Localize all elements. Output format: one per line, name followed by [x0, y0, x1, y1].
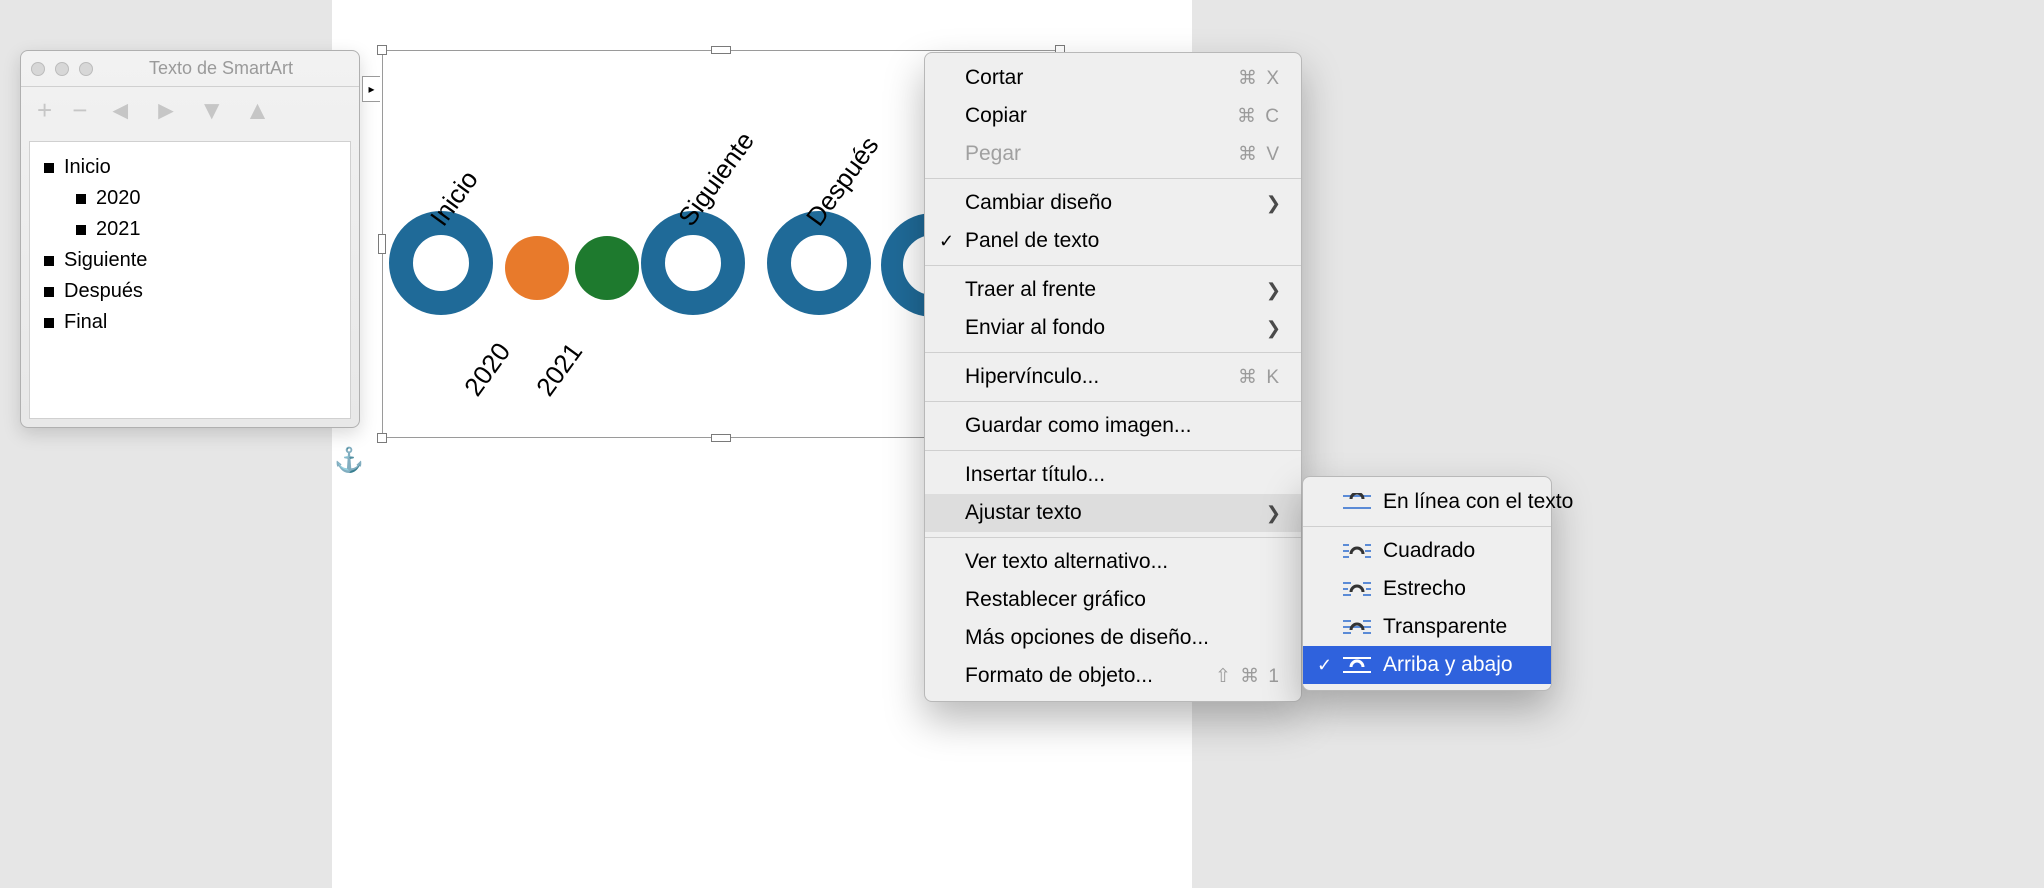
menu-hyperlink[interactable]: Hipervínculo...⌘ K: [925, 358, 1301, 396]
smartart-outline[interactable]: Inicio 2020 2021 Siguiente Después Final: [29, 141, 351, 419]
menu-insert-title[interactable]: Insertar título...: [925, 456, 1301, 494]
zoom-icon[interactable]: [79, 62, 93, 76]
list-item: 2020: [44, 183, 336, 214]
wrap-tight-icon: [1343, 579, 1371, 599]
minimize-icon[interactable]: [55, 62, 69, 76]
menu-save-image[interactable]: Guardar como imagen...: [925, 407, 1301, 445]
menu-separator: [925, 178, 1301, 179]
menu-cut[interactable]: Cortar⌘ X: [925, 59, 1301, 97]
menu-format-object[interactable]: Formato de objeto...⇧ ⌘ 1: [925, 657, 1301, 695]
anchor-icon: ⚓: [334, 446, 364, 475]
list-item: Siguiente: [44, 245, 336, 276]
list-item: Final: [44, 307, 336, 338]
smartart-subnode[interactable]: [575, 236, 639, 300]
list-item: Inicio: [44, 152, 336, 183]
menu-more-layout[interactable]: Más opciones de diseño...: [925, 619, 1301, 657]
menu-separator: [925, 537, 1301, 538]
node-label: 2021: [530, 337, 589, 402]
wrap-inline[interactable]: En línea con el texto: [1303, 483, 1551, 521]
wrap-top-bottom[interactable]: ✓ Arriba y abajo: [1303, 646, 1551, 684]
indent-icon[interactable]: ►: [153, 97, 179, 123]
chevron-right-icon: ❯: [1226, 503, 1281, 524]
wrap-tight[interactable]: Estrecho: [1303, 570, 1551, 608]
menu-alt-text[interactable]: Ver texto alternativo...: [925, 543, 1301, 581]
close-icon[interactable]: [31, 62, 45, 76]
wrap-square-icon: [1343, 541, 1371, 561]
chevron-right-icon: ❯: [1226, 280, 1281, 301]
menu-separator: [925, 352, 1301, 353]
expand-text-panel-icon[interactable]: ▸: [362, 76, 380, 102]
add-icon[interactable]: +: [37, 97, 52, 123]
menu-paste[interactable]: Pegar⌘ V: [925, 135, 1301, 173]
panel-title: Texto de SmartArt: [93, 58, 349, 79]
wrap-through[interactable]: Transparente: [1303, 608, 1551, 646]
menu-reset-graphic[interactable]: Restablecer gráfico: [925, 581, 1301, 619]
wrap-text-submenu: En línea con el texto Cuadrado Estrecho …: [1302, 476, 1552, 691]
move-up-icon[interactable]: ▲: [245, 97, 271, 123]
wrap-top-bottom-icon: [1343, 655, 1371, 675]
list-item: 2021: [44, 214, 336, 245]
node-label: 2020: [458, 337, 517, 402]
menu-copy[interactable]: Copiar⌘ C: [925, 97, 1301, 135]
menu-bring-front[interactable]: Traer al frente❯: [925, 271, 1301, 309]
panel-toolbar: + − ◄ ► ▼ ▲: [21, 87, 359, 133]
list-item: Después: [44, 276, 336, 307]
window-controls: [31, 62, 93, 76]
remove-icon[interactable]: −: [72, 97, 87, 123]
check-icon: ✓: [1317, 655, 1332, 676]
menu-separator: [1303, 526, 1551, 527]
outdent-icon[interactable]: ◄: [107, 97, 133, 123]
panel-titlebar[interactable]: Texto de SmartArt: [21, 51, 359, 87]
menu-separator: [925, 450, 1301, 451]
smartart-text-panel: Texto de SmartArt + − ◄ ► ▼ ▲ Inicio 202…: [20, 50, 360, 428]
menu-wrap-text[interactable]: Ajustar texto❯: [925, 494, 1301, 532]
menu-change-design[interactable]: Cambiar diseño❯: [925, 184, 1301, 222]
menu-send-back[interactable]: Enviar al fondo❯: [925, 309, 1301, 347]
chevron-right-icon: ❯: [1226, 318, 1281, 339]
wrap-inline-icon: [1343, 492, 1371, 512]
chevron-right-icon: ❯: [1226, 193, 1281, 214]
smartart-subnode[interactable]: [505, 236, 569, 300]
check-icon: ✓: [939, 231, 954, 252]
menu-separator: [925, 265, 1301, 266]
wrap-through-icon: [1343, 617, 1371, 637]
context-menu: Cortar⌘ X Copiar⌘ C Pegar⌘ V Cambiar dis…: [924, 52, 1302, 702]
menu-separator: [925, 401, 1301, 402]
move-down-icon[interactable]: ▼: [199, 97, 225, 123]
wrap-square[interactable]: Cuadrado: [1303, 532, 1551, 570]
menu-text-panel[interactable]: ✓Panel de texto: [925, 222, 1301, 260]
